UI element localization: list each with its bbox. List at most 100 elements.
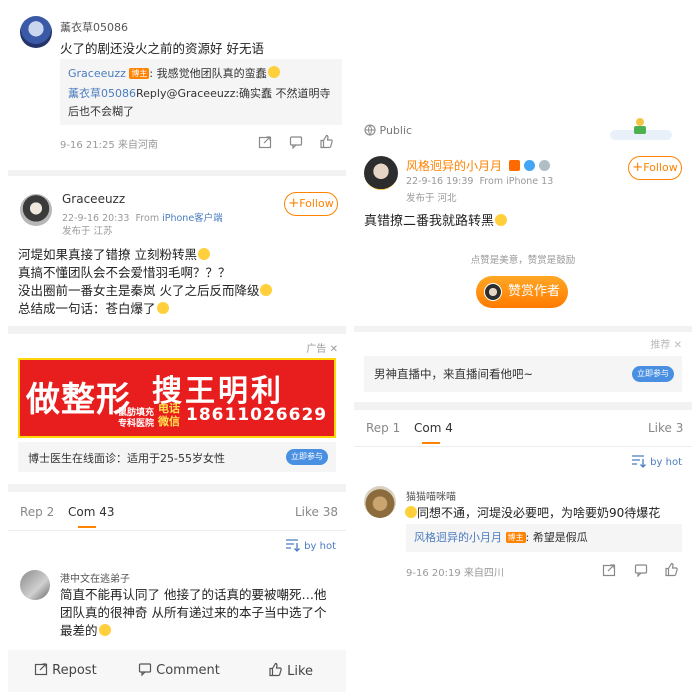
post-meta: 22-9-16 20:33 From iPhone客户端	[62, 210, 223, 224]
post-line: 真搞不懂团队会不会爱惜羽毛啊？？？	[18, 265, 231, 280]
banner-phone-labels: 电话 微信	[158, 402, 180, 428]
post-location: 发布于 江苏	[62, 226, 113, 237]
tab-comments[interactable]: Com 43	[68, 505, 115, 519]
emoji-icon	[267, 66, 280, 78]
right-panel: Public 风格迥异的小月月 22-9-16 19:39 From iPhon…	[354, 112, 692, 588]
plus-icon: +	[632, 160, 644, 175]
reply-username[interactable]: 薰衣草05086	[68, 87, 136, 100]
post-body: 真错撩二番我就路转黑	[364, 210, 508, 229]
banner-big-text: 做整形	[26, 380, 131, 420]
comment-username[interactable]: 猫猫喵咪喵	[406, 488, 456, 503]
active-tab-indicator	[78, 526, 96, 528]
weibo-post: 风格迥异的小月月 22-9-16 19:39 From iPhone 13 发布…	[354, 146, 692, 246]
emoji-icon	[495, 214, 508, 226]
comment-button[interactable]: Comment	[138, 662, 220, 678]
sort-icon	[631, 455, 646, 468]
tab-likes[interactable]: Like 3	[648, 421, 683, 435]
weibo-post: Graceeuzz 22-9-16 20:33 From iPhone客户端 发…	[8, 176, 346, 324]
author-tag: 博主	[505, 532, 526, 543]
close-icon[interactable]: ✕	[674, 340, 682, 351]
repost-label: Repost	[52, 663, 97, 678]
post-time: 22-9-16 19:39	[406, 176, 474, 187]
divider	[8, 530, 346, 531]
post-username[interactable]: 风格迥异的小月月	[406, 157, 550, 174]
ad-caption-bar[interactable]: 博士医生在线面诊：适用于25-55岁女性 立即参与	[18, 442, 336, 472]
tab-reposts[interactable]: Rep 1	[366, 421, 400, 435]
post-location: 发布于 河北	[406, 193, 457, 204]
ad-caption: 博士医生在线面诊：适用于25-55岁女性	[28, 452, 225, 465]
emoji-icon	[156, 302, 169, 314]
banner-small-text: 鼠肪填充 专科医院	[118, 408, 155, 429]
like-icon[interactable]	[319, 134, 334, 149]
reward-label: 赞赏作者	[508, 284, 561, 299]
post-source: From iPhone 13	[479, 176, 554, 187]
post-username[interactable]: Graceeuzz	[62, 192, 125, 206]
comment-tabs: Rep 1 Com 4 Like 3	[354, 412, 692, 446]
follow-button[interactable]: +Follow	[628, 156, 682, 180]
tab-reposts[interactable]: Rep 2	[20, 505, 54, 519]
promo-text: 男神直播中，来直播间看他吧~	[374, 367, 534, 381]
comment-meta: 9-16 20:19 来自四川	[406, 568, 504, 579]
reply-text: : 希望是假瓜	[525, 531, 588, 544]
comment-icon	[138, 663, 152, 677]
post-line: 总结成一句话：苍白爆了	[18, 300, 272, 318]
like-button[interactable]: Like	[268, 662, 313, 679]
plus-icon: +	[288, 196, 300, 211]
ad-banner[interactable]: 做整形 搜王明利 鼠肪填充 专科医院 电话 微信 18611026629	[18, 358, 336, 438]
post-source-link[interactable]: iPhone客户端	[162, 213, 223, 224]
avatar[interactable]	[364, 486, 396, 518]
promo-card[interactable]: 推荐 ✕ 男神直播中，来直播间看他吧~ 立即参与	[354, 332, 692, 400]
sort-by-hot[interactable]: by hot	[631, 454, 682, 468]
repost-icon	[34, 663, 48, 676]
repost-button[interactable]: Repost	[34, 662, 97, 678]
reply-box[interactable]: 风格迥异的小月月 博主: 希望是假瓜	[406, 524, 682, 552]
post-line: 没出圈前一番女主是秦岚 火了之后反而降级	[18, 282, 273, 300]
sort-by-hot[interactable]: by hot	[285, 538, 336, 552]
comment-label: Comment	[156, 663, 220, 678]
comment-item: 猫猫喵咪喵 同想不通，河堤没必要吧，为啥要奶90待爆花 风格迥异的小月月 博主:…	[354, 480, 692, 588]
follow-button[interactable]: +Follow	[284, 192, 338, 216]
comment-item: 薰衣草05086 火了的剧还没火之前的资源好 好无语 Graceeuzz 博主:…	[8, 0, 346, 160]
badge-icon	[508, 160, 520, 171]
tab-comments[interactable]: Com 4	[414, 421, 453, 435]
ad-card[interactable]: 广告 ✕ 做整形 搜王明利 鼠肪填充 专科医院 电话 微信 18611026629 …	[8, 334, 346, 478]
comment-icon[interactable]	[289, 135, 303, 149]
bottom-action-bar: Repost Comment Like	[8, 650, 346, 692]
avatar[interactable]	[20, 570, 50, 600]
author-tag: 博主	[129, 68, 150, 79]
post-source-prefix: From	[135, 213, 163, 224]
like-label: Like	[287, 664, 314, 679]
comment-icon[interactable]	[634, 563, 648, 577]
share-icon[interactable]	[258, 135, 272, 149]
emoji-icon	[98, 624, 111, 636]
avatar[interactable]	[364, 156, 398, 190]
close-icon[interactable]: ✕	[330, 344, 338, 355]
comment-item: 港中文在逃弟子 简直不能再认同了 他接了的话真的要被嘲死…他团队真的很神奇 从所…	[8, 562, 346, 648]
reply-box[interactable]: Graceeuzz 博主: 我感觉他团队真的蛮蠢 薰衣草05086Reply@G…	[60, 59, 342, 125]
comment-text: 简直不能再认同了 他接了的话真的要被嘲死…他团队真的很神奇 从所有递过来的本子当…	[60, 587, 327, 638]
like-icon	[269, 662, 282, 677]
reply-text: : 我感觉他团队真的蛮蠢	[149, 67, 267, 80]
ad-label: 广告 ✕	[306, 344, 338, 355]
comment-meta: 9-16 21:25 来自河南	[60, 140, 158, 151]
comment-text: 火了的剧还没火之前的资源好 好无语	[60, 41, 264, 56]
decoration-illustration	[610, 116, 672, 142]
share-icon[interactable]	[602, 563, 616, 577]
follow-label: Follow	[643, 161, 678, 174]
like-icon[interactable]	[664, 562, 679, 577]
divider	[8, 326, 346, 334]
post-meta: 22-9-16 19:39 From iPhone 13	[406, 176, 553, 187]
reward-button[interactable]: 赞赏作者	[476, 276, 568, 308]
banner-phone: 18611026629	[186, 405, 328, 425]
tab-likes[interactable]: Like 38	[295, 505, 338, 519]
reply-username[interactable]: Graceeuzz	[68, 67, 126, 80]
reply-username[interactable]: 风格迥异的小月月	[414, 531, 502, 544]
avatar[interactable]	[20, 16, 52, 48]
promo-bar[interactable]: 男神直播中，来直播间看他吧~ 立即参与	[364, 356, 682, 392]
emoji-icon	[260, 284, 273, 296]
comment-username[interactable]: 港中文在逃弟子	[60, 570, 130, 585]
comment-username[interactable]: 薰衣草05086	[60, 19, 128, 35]
avatar[interactable]	[20, 194, 52, 226]
promo-cta-button[interactable]: 立即参与	[632, 366, 674, 382]
ad-cta-button[interactable]: 立即参与	[286, 449, 328, 465]
